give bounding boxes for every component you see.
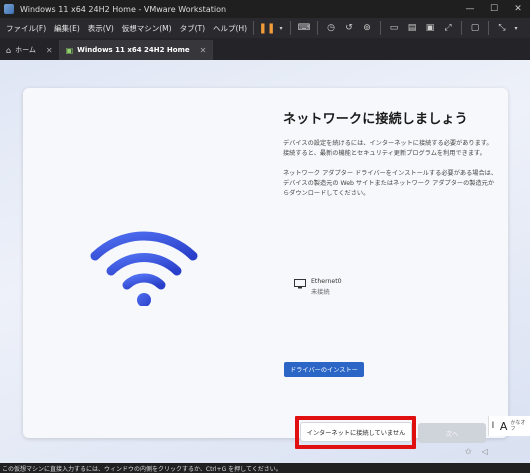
menu-help[interactable]: ヘルプ(H) bbox=[213, 23, 247, 34]
ime-label: かなオフ bbox=[510, 420, 526, 432]
vm-icon: ▣ bbox=[65, 45, 74, 55]
ime-indicator[interactable]: I A かなオフ bbox=[488, 416, 530, 436]
description-text: デバイスの設定を続けるには、インターネットに接続する必要があります。接続すると、… bbox=[283, 140, 493, 157]
menu-vm[interactable]: 仮想マシン(M) bbox=[122, 23, 172, 34]
close-tab-icon[interactable]: ✕ bbox=[200, 46, 207, 55]
menu-tabs[interactable]: タブ(T) bbox=[180, 23, 205, 34]
console-view-icon[interactable]: ▣ bbox=[423, 21, 437, 35]
send-ctrl-alt-del-icon[interactable]: ⌨ bbox=[297, 21, 311, 35]
tab-vm-label: Windows 11 x64 24H2 Home bbox=[77, 46, 190, 54]
pause-icon[interactable]: ❚❚ bbox=[259, 21, 276, 35]
snapshot-manager-icon[interactable]: ⊚ bbox=[360, 21, 374, 35]
menu-edit[interactable]: 編集(E) bbox=[54, 23, 80, 34]
window-title: Windows 11 x64 24H2 Home - VMware Workst… bbox=[20, 4, 227, 14]
vm-console[interactable]: ネットワークに接続しましょう デバイスの設定を続けるには、インターネットに接続す… bbox=[0, 60, 530, 463]
dropdown-icon[interactable]: ▾ bbox=[278, 21, 284, 35]
unity-icon[interactable]: ▤ bbox=[405, 21, 419, 35]
ethernet-name: Ethernet0 bbox=[311, 278, 342, 285]
status-text: この仮想マシンに直接入力するには、ウィンドウの内側をクリックするか、Ctrl+G… bbox=[2, 465, 282, 473]
ethernet-icon bbox=[294, 279, 306, 289]
page-title: ネットワークに接続しましょう bbox=[283, 112, 468, 127]
volume-icon[interactable]: ◁ bbox=[482, 447, 488, 456]
vmware-logo-icon bbox=[4, 4, 14, 14]
close-icon[interactable]: ✕ bbox=[506, 0, 530, 18]
menu-view[interactable]: 表示(V) bbox=[88, 23, 114, 34]
tab-home[interactable]: ⌂ ホーム ✕ bbox=[0, 40, 60, 60]
title-bar: Windows 11 x64 24H2 Home - VMware Workst… bbox=[0, 0, 530, 18]
status-bar: この仮想マシンに直接入力するには、ウィンドウの内側をクリックするか、Ctrl+G… bbox=[0, 463, 530, 473]
view-dropdown-icon[interactable]: ▾ bbox=[513, 21, 519, 35]
ethernet-status: 未接続 bbox=[311, 289, 330, 296]
revert-snapshot-icon[interactable]: ↺ bbox=[342, 21, 356, 35]
ime-mode: A bbox=[499, 419, 508, 433]
tab-bar: ⌂ ホーム ✕ ▣ Windows 11 x64 24H2 Home ✕ bbox=[0, 38, 530, 60]
fullscreen-icon[interactable]: ▭ bbox=[387, 21, 401, 35]
home-icon: ⌂ bbox=[6, 45, 12, 55]
terminal-icon[interactable]: ▢ bbox=[468, 21, 482, 35]
driver-hint-text: ネットワーク アダプター ドライバーをインストールする必要がある場合は、デバイス… bbox=[283, 170, 498, 197]
view-options-icon[interactable]: ⤡ bbox=[495, 21, 509, 35]
next-button[interactable]: 次へ bbox=[418, 423, 486, 443]
accessibility-icon[interactable]: ✩ bbox=[465, 447, 472, 456]
toolbar-divider bbox=[461, 21, 463, 35]
toolbar-divider bbox=[317, 21, 319, 35]
wifi-icon bbox=[90, 231, 198, 306]
install-driver-button[interactable]: ドライバーのインストー bbox=[284, 362, 364, 377]
toolbar-divider bbox=[488, 21, 490, 35]
minimize-icon[interactable]: — bbox=[458, 0, 482, 18]
guest-tray: ✩ ◁ bbox=[465, 447, 488, 456]
toolbar-divider bbox=[380, 21, 382, 35]
autofit-icon[interactable]: ⤢ bbox=[441, 21, 455, 35]
maximize-icon[interactable]: ☐ bbox=[482, 0, 506, 18]
network-content: ネットワークに接続しましょう デバイスの設定を続けるには、インターネットに接続す… bbox=[283, 108, 498, 199]
tab-home-label: ホーム bbox=[15, 46, 36, 54]
toolbar-divider bbox=[290, 21, 292, 35]
close-tab-icon[interactable]: ✕ bbox=[46, 46, 53, 55]
snapshot-icon[interactable]: ◷ bbox=[324, 21, 338, 35]
tab-vm[interactable]: ▣ Windows 11 x64 24H2 Home ✕ bbox=[59, 40, 214, 60]
ime-cursor-icon: I bbox=[491, 421, 495, 431]
highlight-box bbox=[295, 416, 416, 449]
oobe-dialog: ネットワークに接続しましょう デバイスの設定を続けるには、インターネットに接続す… bbox=[23, 88, 508, 449]
ethernet-item[interactable]: Ethernet0 未接続 bbox=[294, 278, 342, 296]
menu-file[interactable]: ファイル(F) bbox=[6, 23, 46, 34]
toolbar-divider bbox=[253, 21, 255, 35]
menu-bar: ファイル(F) 編集(E) 表示(V) 仮想マシン(M) タブ(T) ヘルプ(H… bbox=[0, 18, 530, 38]
